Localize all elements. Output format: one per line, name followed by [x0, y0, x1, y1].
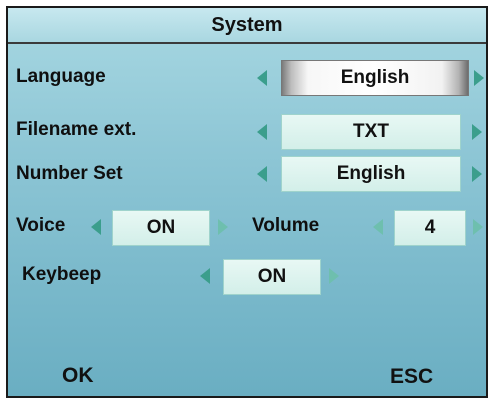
- language-next-icon[interactable]: [474, 70, 484, 86]
- number-set-prev-icon[interactable]: [257, 166, 267, 182]
- keybeep-next-icon[interactable]: [329, 268, 339, 284]
- filename-ext-value[interactable]: TXT: [281, 114, 461, 150]
- language-label: Language: [16, 66, 106, 87]
- voice-prev-icon[interactable]: [91, 219, 101, 235]
- volume-prev-icon[interactable]: [373, 219, 383, 235]
- number-set-next-icon[interactable]: [472, 166, 482, 182]
- voice-label: Voice: [16, 215, 66, 236]
- device-screen: System Language English Filename ext. TX…: [6, 6, 488, 398]
- number-set-value[interactable]: English: [281, 156, 461, 192]
- ok-softkey[interactable]: OK: [62, 364, 94, 388]
- filename-ext-prev-icon[interactable]: [257, 124, 267, 140]
- volume-next-icon[interactable]: [473, 219, 483, 235]
- volume-label: Volume: [252, 215, 320, 236]
- number-set-label: Number Set: [16, 163, 123, 184]
- keybeep-label: Keybeep: [22, 264, 102, 285]
- keybeep-prev-icon[interactable]: [200, 268, 210, 284]
- language-value[interactable]: English: [281, 60, 469, 96]
- esc-softkey[interactable]: ESC: [390, 365, 433, 389]
- screen-title: System: [8, 8, 486, 44]
- filename-ext-next-icon[interactable]: [472, 124, 482, 140]
- voice-value[interactable]: ON: [112, 210, 210, 246]
- keybeep-value[interactable]: ON: [223, 259, 321, 295]
- voice-next-icon[interactable]: [218, 219, 228, 235]
- language-prev-icon[interactable]: [257, 70, 267, 86]
- filename-ext-label: Filename ext.: [16, 119, 137, 140]
- volume-value[interactable]: 4: [394, 210, 466, 246]
